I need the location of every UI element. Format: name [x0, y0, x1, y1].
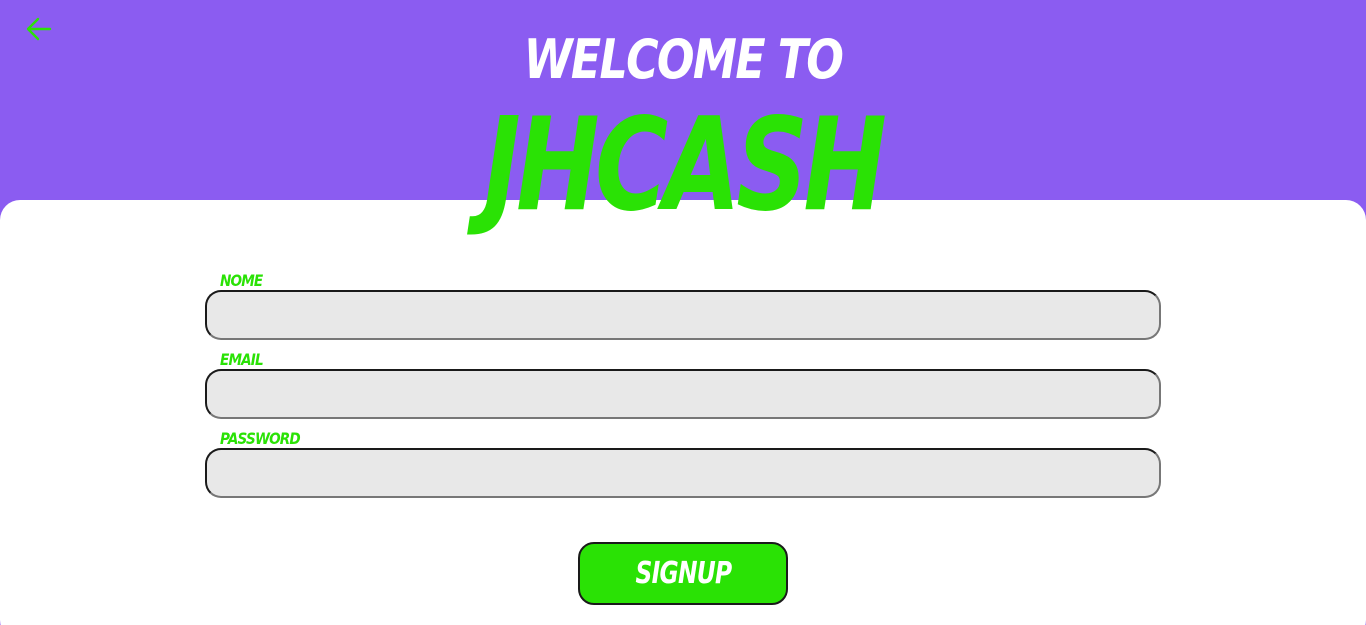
email-label: EMAIL	[220, 350, 264, 369]
password-field[interactable]	[205, 448, 1161, 498]
signup-page: WELCOME TO JHCASH NOME EMAIL PASSWORD SI…	[0, 0, 1366, 625]
welcome-heading: WELCOME TO	[523, 28, 844, 91]
password-label: PASSWORD	[220, 429, 301, 448]
name-label: NOME	[220, 271, 263, 290]
arrow-left-icon	[26, 17, 52, 41]
email-field[interactable]	[205, 369, 1161, 419]
brand-title: JHCASH	[483, 91, 887, 240]
signup-button[interactable]: SIGNUP	[578, 542, 788, 605]
name-field[interactable]	[205, 290, 1161, 340]
signup-button-label: SIGNUP	[635, 556, 732, 591]
back-button[interactable]	[22, 12, 56, 46]
